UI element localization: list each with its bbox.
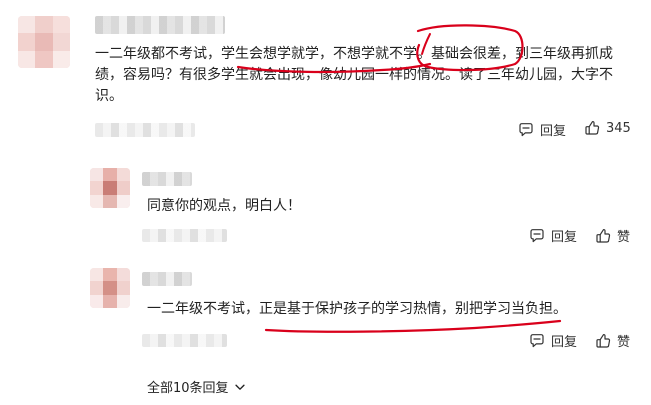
reply-meta xyxy=(142,334,227,347)
thumbs-up-icon xyxy=(585,121,600,135)
comment-bubble-icon xyxy=(530,333,544,347)
like-button[interactable]: 赞 xyxy=(595,226,630,245)
reply-label: 回复 xyxy=(540,124,567,139)
reply-label: 回复 xyxy=(551,335,578,350)
comment-bubble-icon xyxy=(519,122,533,136)
like-button[interactable]: 赞 xyxy=(595,331,630,350)
comment-bubble-icon xyxy=(530,228,544,242)
reply-avatar xyxy=(90,168,130,208)
like-label: 赞 xyxy=(617,335,631,350)
comment-body: 一二年级都不考试，学生会想学就学，不想学就不学。基础会很差，到三年级再抓成 绩，… xyxy=(95,44,635,107)
comment-line-3: 识。 xyxy=(95,88,123,104)
expand-replies-button[interactable]: 全部10条回复 xyxy=(147,377,247,396)
like-button[interactable]: 345 xyxy=(584,120,631,136)
reply-username xyxy=(142,172,192,186)
reply-label: 回复 xyxy=(551,230,578,245)
commenter-name xyxy=(95,16,225,34)
reply-button[interactable]: 回复 xyxy=(529,226,577,245)
expand-replies-label: 全部10条回复 xyxy=(147,381,229,396)
comment-meta xyxy=(95,123,195,137)
comment-line-1: 一二年级都不考试，学生会想学就学，不想学就不学。基础会很差，到三年级再抓成 xyxy=(95,46,613,62)
like-count: 345 xyxy=(606,120,631,136)
reply-avatar xyxy=(90,268,130,308)
thumbs-up-icon xyxy=(596,333,611,348)
reply-meta xyxy=(142,229,227,242)
reply-button[interactable]: 回复 xyxy=(529,331,577,350)
chevron-down-icon xyxy=(234,384,245,390)
reply-body: 一二年级不考试，正是基于保护孩子的学习热情，别把学习当负担。 xyxy=(147,301,567,317)
reply-body: 同意你的观点，明白人！ xyxy=(147,198,301,214)
like-label: 赞 xyxy=(617,230,631,245)
commenter-avatar xyxy=(18,16,70,68)
reply-button[interactable]: 回复 xyxy=(518,120,566,139)
reply-username xyxy=(142,272,192,286)
comment-line-2: 绩，容易吗？有很多学生就会出现，像幼儿园一样的情况。读了三年幼儿园，大字不 xyxy=(95,67,613,83)
thumbs-up-icon xyxy=(596,228,611,243)
